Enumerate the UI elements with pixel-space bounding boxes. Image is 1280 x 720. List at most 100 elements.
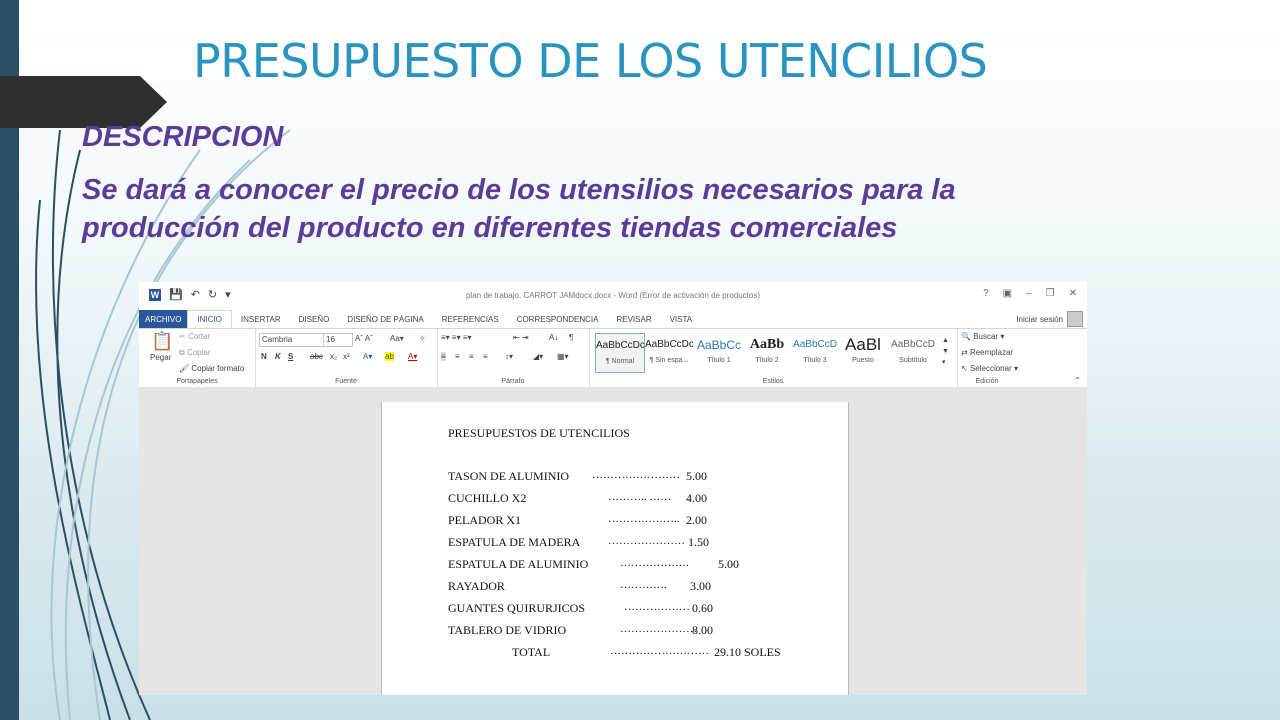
tab-archivo[interactable]: ARCHIVO	[139, 310, 188, 328]
shading-icon[interactable]: ◢▾	[533, 352, 543, 361]
help-icon[interactable]: ?	[983, 288, 989, 299]
budget-value: 2.00	[686, 513, 707, 527]
minimize-icon[interactable]: –	[1026, 288, 1032, 299]
tab-vista[interactable]: VISTA	[661, 310, 702, 328]
budget-value: 4.00	[686, 491, 707, 505]
underline-icon[interactable]: S	[288, 352, 293, 361]
tab-referencias[interactable]: REFERENCIAS	[433, 310, 508, 328]
clear-format-icon[interactable]: ✧	[419, 334, 426, 343]
slide-title: PRESUPUESTO DE LOS UTENCILIOS	[193, 34, 988, 88]
group-font: Cambria 16 Aˆ Aˇ Aa▾ ✧ N K S abc x₂ x² A…	[255, 329, 438, 387]
leader-dots: ……….. ……	[608, 491, 672, 503]
leader-dots: ……………….	[620, 557, 689, 569]
subscript-icon[interactable]: x₂	[330, 352, 337, 361]
format-painter-button[interactable]: 🖌 Copiar formato	[179, 364, 244, 373]
find-button[interactable]: 🔍 Buscar ▾	[961, 332, 1004, 341]
font-group-label: Fuente	[335, 378, 357, 385]
leader-dots: ………………	[624, 601, 690, 613]
style-title[interactable]: AaBl Puesto	[839, 333, 887, 371]
style-preview: AaBbCcDc	[596, 340, 644, 351]
styles-scroll-icon[interactable]: ▲ ▼ ▾	[942, 335, 949, 368]
description-text: Se dará a conocer el precio de los utens…	[82, 174, 956, 244]
ribbon-tabs: ARCHIVO INICIO INSERTAR DISEÑO DISEÑO DE…	[139, 310, 1087, 328]
strikethrough-icon[interactable]: abc	[310, 352, 323, 361]
word-window-screenshot: W 💾 ↶ ↻ ▾ plan de trabajo. CARROT JAMdoc…	[139, 282, 1087, 695]
word-titlebar: W 💾 ↶ ↻ ▾ plan de trabajo. CARROT JAMdoc…	[139, 282, 1087, 310]
style-preview: AaBbCcDc	[645, 339, 693, 350]
tab-inicio[interactable]: INICIO	[187, 310, 232, 328]
budget-value: 5.00	[686, 469, 707, 483]
style-preview: AaBbCcD	[793, 339, 837, 350]
font-name-combo[interactable]: Cambria	[259, 333, 325, 347]
style-heading-1[interactable]: AaBbCc Título 1	[695, 333, 743, 371]
cut-button[interactable]: ✂ Cortar	[179, 332, 210, 341]
style-preview: AaBl	[845, 335, 881, 353]
group-styles: AaBbCcDc ¶ Normal AaBbCcDc ¶ Sin espa...…	[589, 329, 958, 387]
budget-item: PELADOR X1	[448, 513, 522, 527]
avatar[interactable]	[1067, 311, 1083, 327]
style-normal[interactable]: AaBbCcDc ¶ Normal	[595, 333, 645, 373]
budget-value: 1.50	[688, 535, 709, 549]
style-heading-3[interactable]: AaBbCcD Título 3	[791, 333, 839, 371]
text-effects-icon[interactable]: A▾	[363, 352, 372, 361]
editing-group-label: Edición	[975, 378, 999, 385]
leader-dots: …………………	[620, 623, 697, 635]
justify-icon[interactable]: ≡	[483, 352, 488, 361]
select-label: Seleccionar	[969, 364, 1012, 373]
paste-icon[interactable]: 📋	[151, 331, 173, 352]
style-preview: AaBbCc	[696, 338, 742, 352]
font-color-icon[interactable]: A▾	[408, 352, 417, 361]
style-heading-2[interactable]: AaBb Título 2	[743, 333, 791, 371]
budget-item: TASON DE ALUMINIO	[448, 469, 570, 483]
bullets-icon[interactable]: ≡▾ ≡▾ ≡▾	[441, 333, 472, 342]
style-name: Subtítulo	[899, 357, 927, 364]
replace-button[interactable]: ⇄ Reemplazar	[961, 348, 1013, 357]
document-canvas: PRESUPUESTOS DE UTENCILIOS TASON DE ALUM…	[139, 387, 1087, 695]
grow-font-icon[interactable]: Aˆ Aˇ	[355, 334, 373, 343]
window-title: plan de trabajo. CARROT JAMdocx.docx - W…	[465, 291, 761, 300]
restore-icon[interactable]: ❐	[1046, 288, 1055, 299]
borders-icon[interactable]: ▦▾	[557, 352, 569, 361]
style-no-spacing[interactable]: AaBbCcDc ¶ Sin espa...	[645, 333, 693, 371]
tab-diseno-pagina[interactable]: DISEÑO DE PÁGINA	[338, 310, 432, 328]
highlight-icon[interactable]: ab	[385, 352, 394, 361]
font-size-combo[interactable]: 16	[323, 333, 353, 347]
line-spacing-icon[interactable]: ↕▾	[505, 352, 513, 361]
tab-correspondencia[interactable]: CORRESPONDENCIA	[508, 310, 608, 328]
pilcrow-icon[interactable]: ¶	[569, 333, 573, 342]
paragraph-group-label: Párrafo	[501, 378, 525, 385]
document-heading: PRESUPUESTOS DE UTENCILIOS	[448, 426, 630, 440]
align-left-icon[interactable]: ≡	[441, 352, 446, 361]
group-editing: 🔍 Buscar ▾ ⇄ Reemplazar ↖ Seleccionar ▾ …	[957, 329, 1087, 387]
cut-label: Cortar	[187, 332, 211, 341]
styles-group-label: Estilos	[762, 378, 784, 385]
style-subtitle[interactable]: AaBbCcD Subtítulo	[889, 333, 937, 371]
close-icon[interactable]: ✕	[1069, 288, 1077, 299]
signin-link[interactable]: Iniciar sesión	[1016, 315, 1063, 324]
indent-icon[interactable]: ⇤ ⇥	[513, 333, 529, 342]
replace-label: Reemplazar	[969, 348, 1014, 357]
tab-diseno[interactable]: DISEÑO	[290, 310, 339, 328]
paste-button[interactable]: Pegar	[150, 353, 171, 362]
leader-dots: ……………………	[592, 469, 680, 481]
sort-icon[interactable]: A↓	[549, 333, 558, 342]
tab-insertar[interactable]: INSERTAR	[232, 310, 290, 328]
format-painter-label: Copiar formato	[191, 364, 245, 373]
style-name: Título 2	[755, 357, 779, 364]
align-center-icon[interactable]: ≡	[455, 352, 460, 361]
collapse-ribbon-icon[interactable]: ⌃	[1074, 376, 1081, 385]
budget-item: CUCHILLO X2	[448, 491, 527, 505]
style-preview: AaBbCcD	[891, 339, 935, 350]
tab-revisar[interactable]: REVISAR	[607, 310, 660, 328]
document-page[interactable]: PRESUPUESTOS DE UTENCILIOS TASON DE ALUM…	[381, 402, 849, 695]
copy-button[interactable]: ⧉ Copiar	[179, 348, 211, 358]
style-name: Título 3	[803, 357, 827, 364]
change-case-icon[interactable]: Aa▾	[390, 334, 404, 343]
bold-icon[interactable]: N	[261, 352, 267, 361]
select-button[interactable]: ↖ Seleccionar ▾	[961, 364, 1018, 373]
signin-area[interactable]: Iniciar sesión	[1016, 311, 1083, 327]
superscript-icon[interactable]: x²	[343, 352, 350, 361]
ribbon-display-icon[interactable]: ▣	[1003, 288, 1012, 299]
align-right-icon[interactable]: ≡	[469, 352, 474, 361]
italic-icon[interactable]: K	[275, 352, 281, 361]
